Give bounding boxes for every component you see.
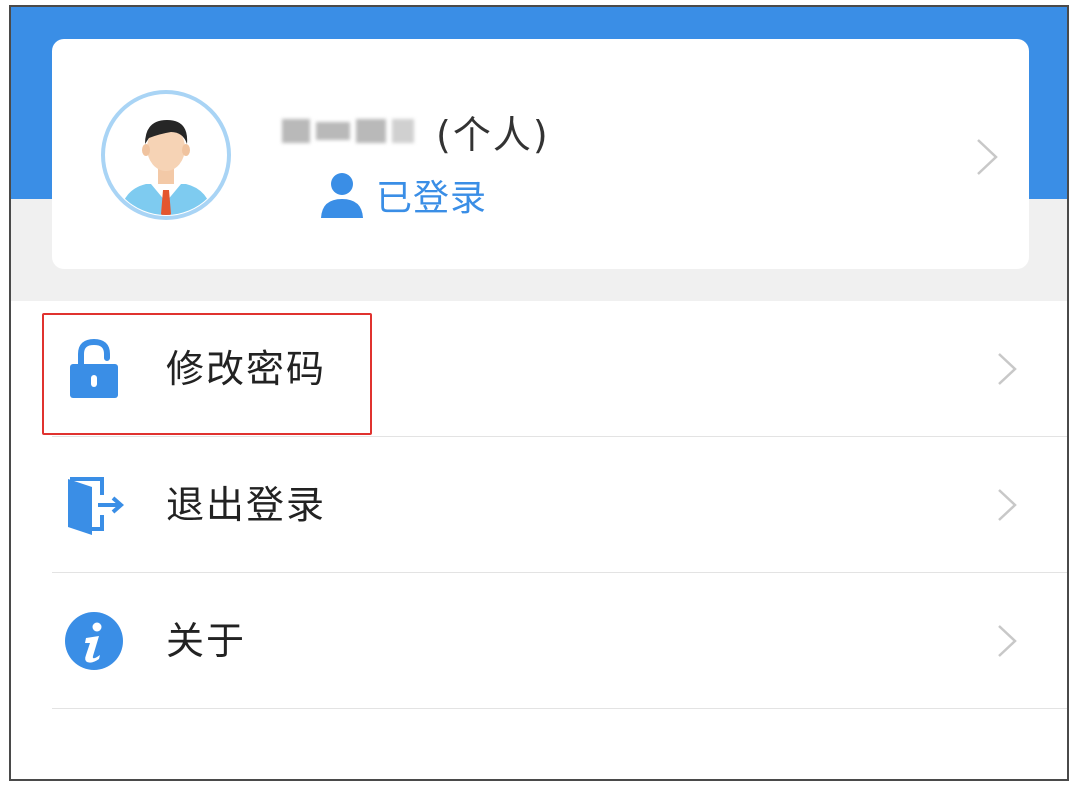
chevron-right-icon <box>998 353 1017 385</box>
settings-menu: 修改密码 退出登录 关于 <box>11 301 1067 709</box>
logout-door-icon <box>68 477 124 535</box>
info-icon <box>65 612 123 670</box>
user-name-redacted <box>282 109 418 153</box>
menu-divider <box>52 708 1067 709</box>
profile-card[interactable]: (个人) 已登录 <box>52 39 1029 269</box>
menu-item-label: 修改密码 <box>166 347 327 391</box>
user-name-row: (个人) <box>282 101 550 161</box>
account-type-label: (个人) <box>436 112 550 157</box>
login-status: 已登录 <box>320 169 487 221</box>
menu-item-about[interactable]: 关于 <box>11 573 1067 709</box>
login-status-label: 已登录 <box>376 178 488 219</box>
lock-icon <box>70 339 118 398</box>
user-icon <box>321 173 363 218</box>
menu-item-logout[interactable]: 退出登录 <box>11 437 1067 573</box>
menu-item-change-password[interactable]: 修改密码 <box>11 301 1067 437</box>
menu-item-label: 退出登录 <box>166 483 327 527</box>
menu-item-label: 关于 <box>166 619 247 663</box>
user-avatar-icon <box>101 90 231 220</box>
chevron-right-icon <box>998 625 1017 657</box>
chevron-right-icon <box>998 489 1017 521</box>
app-frame: (个人) 已登录 修改密码 退出登录 关于 <box>9 5 1069 781</box>
chevron-right-icon <box>977 139 998 175</box>
